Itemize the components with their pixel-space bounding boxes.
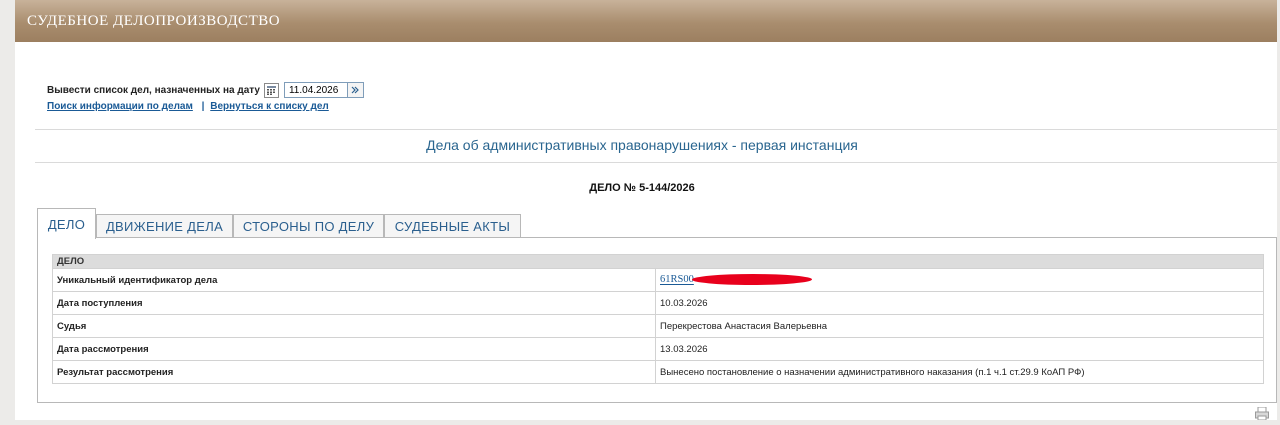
table-row: Дата рассмотрения 13.03.2026 [52, 337, 1264, 361]
nav-links: Поиск информации по делам | Вернуться к … [47, 101, 329, 112]
tab-case-parties[interactable]: СТОРОНЫ ПО ДЕЛУ [233, 214, 384, 238]
table-row: Дата поступления 10.03.2026 [52, 291, 1264, 315]
header-title: СУДЕБНОЕ ДЕЛОПРОИЗВОДСТВО [27, 13, 281, 29]
search-cases-link[interactable]: Поиск информации по делам [47, 101, 193, 112]
case-panel: ДЕЛО Уникальный идентификатор дела 61RS0… [37, 237, 1277, 403]
tab-case[interactable]: ДЕЛО [37, 208, 96, 239]
row-label: Уникальный идентификатор дела [52, 268, 656, 292]
table-row: Уникальный идентификатор дела 61RS00 [52, 268, 1264, 292]
print-icon[interactable] [1255, 406, 1269, 425]
row-label: Дата рассмотрения [52, 337, 656, 361]
tab-case-movement[interactable]: ДВИЖЕНИЕ ДЕЛА [96, 214, 233, 238]
row-label: Судья [52, 314, 656, 338]
row-label: Дата поступления [52, 291, 656, 315]
table-row: Результат рассмотрения Вынесено постанов… [52, 360, 1264, 384]
case-uid-link[interactable]: 61RS00 [660, 275, 694, 286]
site-header: СУДЕБНОЕ ДЕЛОПРОИЗВОДСТВО [15, 0, 1277, 42]
row-label: Результат рассмотрения [52, 360, 656, 384]
page: СУДЕБНОЕ ДЕЛОПРОИЗВОДСТВО Вывести список… [15, 0, 1277, 420]
case-info-table: ДЕЛО Уникальный идентификатор дела 61RS0… [52, 254, 1264, 384]
row-value: 61RS00 [655, 268, 1264, 292]
section-header-label: ДЕЛО [52, 254, 1264, 269]
divider-bottom [35, 162, 1277, 163]
row-value: 10.03.2026 [655, 291, 1264, 315]
divider-top [35, 129, 1277, 130]
go-arrow-icon[interactable] [347, 82, 364, 98]
link-separator: | [201, 101, 205, 112]
redaction-mark [690, 274, 813, 286]
row-value: Вынесено постановление о назначении адми… [655, 360, 1264, 384]
back-to-list-link[interactable]: Вернуться к списку дел [210, 101, 329, 112]
calendar-icon[interactable] [263, 82, 279, 98]
table-row: Судья Перекрестова Анастасия Валерьевна [52, 314, 1264, 338]
date-filter: Вывести список дел, назначенных на дату [47, 80, 364, 100]
table-section-header: ДЕЛО [52, 254, 1264, 269]
category-title: Дела об административных правонарушениях… [426, 137, 858, 153]
date-filter-label: Вывести список дел, назначенных на дату [47, 84, 260, 96]
row-value: 13.03.2026 [655, 337, 1264, 361]
case-number: ДЕЛО № 5-144/2026 [589, 182, 695, 194]
tab-court-acts[interactable]: СУДЕБНЫЕ АКТЫ [384, 214, 521, 238]
row-value: Перекрестова Анастасия Валерьевна [655, 314, 1264, 338]
date-input[interactable] [283, 82, 348, 98]
